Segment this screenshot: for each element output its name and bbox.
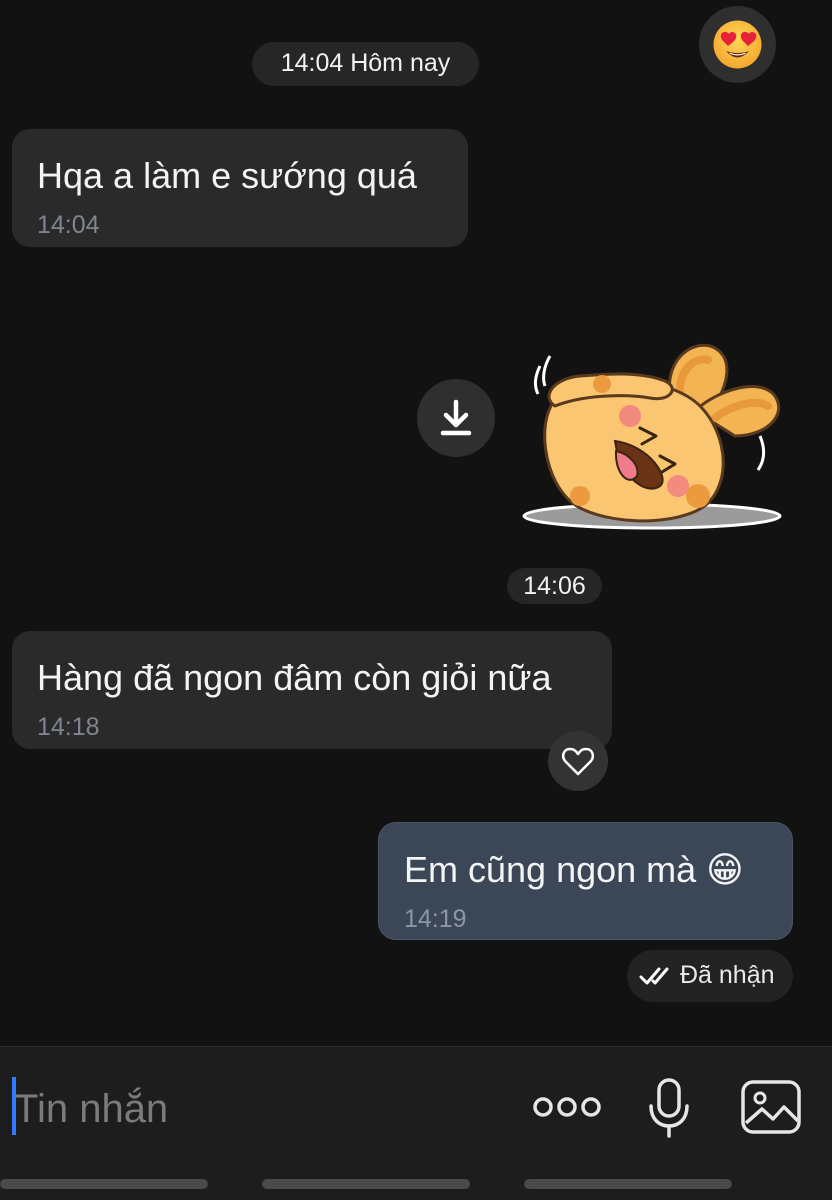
download-button[interactable] [417,379,495,457]
image-icon [741,1080,801,1134]
double-check-icon [639,967,669,985]
message-text: Hqa a làm e sướng quá [37,155,417,196]
message-bubble[interactable]: Hàng đã ngon đâm còn giỏi nữa 14:18 [12,631,612,749]
nav-indicator [262,1179,470,1189]
more-button[interactable] [532,1087,602,1127]
more-icon [533,1097,601,1117]
sticker-time: 14:06 [507,568,602,604]
message-bubble-outgoing[interactable]: Em cũng ngon mà 😁 14:19 [378,822,793,940]
microphone-icon [649,1078,689,1138]
voice-record-button[interactable] [644,1077,694,1139]
sticker-time-label: 14:06 [523,572,586,600]
date-divider-label: 14:04 Hôm nay [280,49,451,77]
message-text: Em cũng ngon mà 😁 [404,849,744,890]
message-time: 14:18 [37,713,100,741]
message-input[interactable] [14,1081,494,1137]
react-button[interactable] [548,731,608,791]
reaction-badge[interactable] [699,6,776,83]
nav-indicator [0,1179,208,1189]
heart-outline-icon [561,747,595,776]
download-icon [440,399,472,436]
laughing-bunny-sticker[interactable] [520,336,792,538]
bunny-sticker-image [522,343,782,530]
screen: 14:04 Hôm nay Hqa a làm e sướng quá 14:0… [0,0,832,1200]
heart-eyes-emoji-icon [713,20,762,69]
gallery-button[interactable] [740,1079,802,1135]
message-time: 14:04 [37,211,100,239]
nav-indicator [524,1179,732,1189]
message-text: Hàng đã ngon đâm còn giỏi nữa [37,657,552,698]
date-divider: 14:04 Hôm nay [252,42,479,86]
message-time: 14:19 [404,905,467,933]
message-composer [0,1046,832,1200]
chat-area[interactable]: 14:04 Hôm nay Hqa a làm e sướng quá 14:0… [0,0,832,1046]
message-bubble[interactable]: Hqa a làm e sướng quá 14:04 [12,129,468,247]
delivery-status-label: Đã nhận [680,961,775,989]
delivery-status: Đã nhận [627,950,793,1002]
